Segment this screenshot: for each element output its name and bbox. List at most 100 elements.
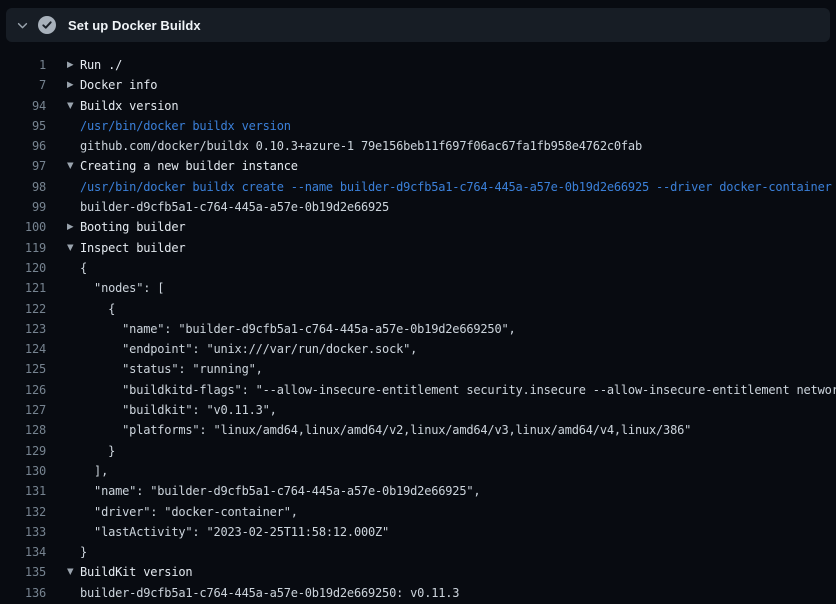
line-number[interactable]: 127 bbox=[0, 400, 46, 420]
log-text: Inspect builder bbox=[80, 238, 185, 258]
log-line: 129 } bbox=[0, 441, 836, 461]
line-number[interactable]: 121 bbox=[0, 278, 46, 298]
step-header[interactable]: Set up Docker Buildx bbox=[6, 8, 830, 42]
group-toggle-icon bbox=[46, 380, 80, 400]
log-text: Booting builder bbox=[80, 217, 185, 237]
log-line: 95 /usr/bin/docker buildx version bbox=[0, 116, 836, 136]
log-text: BuildKit version bbox=[80, 562, 192, 582]
group-toggle-icon bbox=[46, 441, 80, 461]
line-number[interactable]: 128 bbox=[0, 420, 46, 440]
line-number[interactable]: 122 bbox=[0, 299, 46, 319]
group-toggle-icon[interactable]: ▶ bbox=[46, 55, 80, 75]
group-toggle-icon bbox=[46, 481, 80, 501]
line-number[interactable]: 134 bbox=[0, 542, 46, 562]
group-toggle-icon bbox=[46, 522, 80, 542]
log-text: Buildx version bbox=[80, 96, 178, 116]
log-text: "name": "builder-d9cfb5a1-c764-445a-a57e… bbox=[80, 481, 480, 501]
log-line: 128 "platforms": "linux/amd64,linux/amd6… bbox=[0, 420, 836, 440]
log-text: ], bbox=[80, 461, 108, 481]
log-line: 98 /usr/bin/docker buildx create --name … bbox=[0, 177, 836, 197]
group-toggle-icon[interactable]: ▶ bbox=[46, 217, 80, 237]
log-text: builder-d9cfb5a1-c764-445a-a57e-0b19d2e6… bbox=[80, 583, 459, 603]
log-line: 99 builder-d9cfb5a1-c764-445a-a57e-0b19d… bbox=[0, 197, 836, 217]
log-text: /usr/bin/docker buildx create --name bui… bbox=[80, 177, 832, 197]
group-toggle-icon bbox=[46, 359, 80, 379]
group-toggle-icon bbox=[46, 136, 80, 156]
group-toggle-icon[interactable]: ▼ bbox=[46, 562, 80, 582]
line-number[interactable]: 94 bbox=[0, 96, 46, 116]
log-text: "driver": "docker-container", bbox=[80, 502, 298, 522]
line-number[interactable]: 119 bbox=[0, 238, 46, 258]
line-number[interactable]: 131 bbox=[0, 481, 46, 501]
line-number[interactable]: 123 bbox=[0, 319, 46, 339]
log-line[interactable]: 7 ▶ Docker info bbox=[0, 75, 836, 95]
line-number[interactable]: 132 bbox=[0, 502, 46, 522]
line-number[interactable]: 124 bbox=[0, 339, 46, 359]
group-toggle-icon bbox=[46, 339, 80, 359]
log-text: "endpoint": "unix:///var/run/docker.sock… bbox=[80, 339, 417, 359]
log-text: { bbox=[80, 258, 87, 278]
group-toggle-icon[interactable]: ▼ bbox=[46, 96, 80, 116]
log-line: 131 "name": "builder-d9cfb5a1-c764-445a-… bbox=[0, 481, 836, 501]
group-toggle-icon bbox=[46, 116, 80, 136]
group-toggle-icon bbox=[46, 583, 80, 603]
log-line: 127 "buildkit": "v0.11.3", bbox=[0, 400, 836, 420]
log-line: 120 { bbox=[0, 258, 836, 278]
log-line: 130 ], bbox=[0, 461, 836, 481]
line-number[interactable]: 98 bbox=[0, 177, 46, 197]
log-line: 136 builder-d9cfb5a1-c764-445a-a57e-0b19… bbox=[0, 583, 836, 603]
line-number[interactable]: 135 bbox=[0, 562, 46, 582]
log-line: 126 "buildkitd-flags": "--allow-insecure… bbox=[0, 380, 836, 400]
log-line: 132 "driver": "docker-container", bbox=[0, 502, 836, 522]
line-number[interactable]: 120 bbox=[0, 258, 46, 278]
log-text: "buildkit": "v0.11.3", bbox=[80, 400, 277, 420]
log-line[interactable]: 119 ▼ Inspect builder bbox=[0, 238, 836, 258]
log-line: 134 } bbox=[0, 542, 836, 562]
line-number[interactable]: 133 bbox=[0, 522, 46, 542]
log-line[interactable]: 135 ▼ BuildKit version bbox=[0, 562, 836, 582]
log-text: "status": "running", bbox=[80, 359, 263, 379]
log-text: Docker info bbox=[80, 75, 157, 95]
group-toggle-icon bbox=[46, 197, 80, 217]
step-title: Set up Docker Buildx bbox=[68, 18, 201, 33]
log-line: 121 "nodes": [ bbox=[0, 278, 836, 298]
line-number[interactable]: 95 bbox=[0, 116, 46, 136]
log-viewer: 1 ▶ Run ./ 7 ▶ Docker info 94 ▼ Buildx v… bbox=[0, 55, 836, 603]
log-text: Run ./ bbox=[80, 55, 122, 75]
line-number[interactable]: 130 bbox=[0, 461, 46, 481]
group-toggle-icon bbox=[46, 400, 80, 420]
log-line: 96 github.com/docker/buildx 0.10.3+azure… bbox=[0, 136, 836, 156]
log-line: 122 { bbox=[0, 299, 836, 319]
log-text: "nodes": [ bbox=[80, 278, 164, 298]
log-line[interactable]: 94 ▼ Buildx version bbox=[0, 96, 836, 116]
check-circle-icon bbox=[38, 16, 56, 34]
group-toggle-icon bbox=[46, 319, 80, 339]
log-line[interactable]: 97 ▼ Creating a new builder instance bbox=[0, 156, 836, 176]
group-toggle-icon[interactable]: ▼ bbox=[46, 238, 80, 258]
line-number[interactable]: 1 bbox=[0, 55, 46, 75]
line-number[interactable]: 125 bbox=[0, 359, 46, 379]
group-toggle-icon[interactable]: ▼ bbox=[46, 156, 80, 176]
line-number[interactable]: 96 bbox=[0, 136, 46, 156]
group-toggle-icon bbox=[46, 299, 80, 319]
line-number[interactable]: 97 bbox=[0, 156, 46, 176]
line-number[interactable]: 136 bbox=[0, 583, 46, 603]
log-line: 125 "status": "running", bbox=[0, 359, 836, 379]
chevron-down-icon[interactable] bbox=[16, 18, 29, 32]
log-text: } bbox=[80, 441, 115, 461]
line-number[interactable]: 129 bbox=[0, 441, 46, 461]
line-number[interactable]: 99 bbox=[0, 197, 46, 217]
log-line[interactable]: 1 ▶ Run ./ bbox=[0, 55, 836, 75]
group-toggle-icon bbox=[46, 278, 80, 298]
group-toggle-icon bbox=[46, 177, 80, 197]
log-text: /usr/bin/docker buildx version bbox=[80, 116, 291, 136]
log-text: "lastActivity": "2023-02-25T11:58:12.000… bbox=[80, 522, 389, 542]
log-line: 124 "endpoint": "unix:///var/run/docker.… bbox=[0, 339, 836, 359]
log-line[interactable]: 100 ▶ Booting builder bbox=[0, 217, 836, 237]
line-number[interactable]: 7 bbox=[0, 75, 46, 95]
log-text: "name": "builder-d9cfb5a1-c764-445a-a57e… bbox=[80, 319, 516, 339]
group-toggle-icon bbox=[46, 502, 80, 522]
line-number[interactable]: 126 bbox=[0, 380, 46, 400]
line-number[interactable]: 100 bbox=[0, 217, 46, 237]
group-toggle-icon[interactable]: ▶ bbox=[46, 75, 80, 95]
